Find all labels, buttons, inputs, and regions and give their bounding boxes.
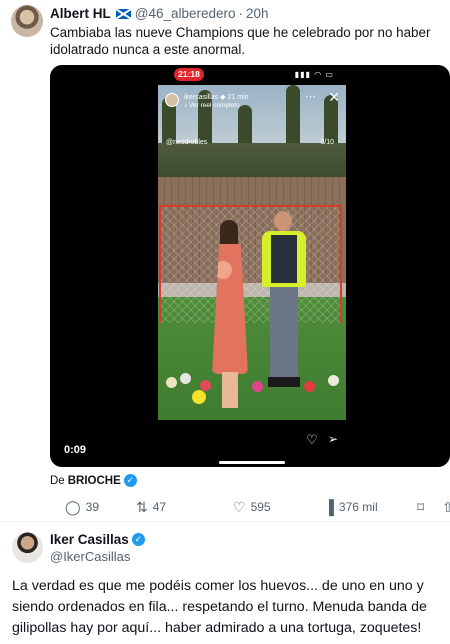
head	[274, 211, 292, 231]
heart-icon: ♡	[306, 432, 318, 447]
author-name-row: Iker Casillas ✓	[50, 532, 145, 547]
story-footer: ♡ ➢	[158, 420, 346, 467]
football-goal	[159, 205, 342, 323]
scotland-flag-icon	[115, 8, 131, 19]
ball	[180, 373, 191, 384]
story-counter: 0/10	[320, 139, 334, 146]
author-handle[interactable]: @IkerCasillas	[50, 549, 130, 564]
source-prefix: De	[50, 474, 65, 487]
hedge	[158, 143, 346, 179]
tweet-text: La verdad es que me podéis comer los hue…	[12, 578, 427, 636]
video-scene	[158, 85, 346, 420]
pants	[270, 287, 298, 379]
ball	[328, 375, 339, 386]
story-username: ikercasillas ◆ 21 min	[184, 94, 249, 101]
more-icon: ⋯	[305, 91, 316, 103]
share-button[interactable]: ⇧	[442, 497, 450, 517]
story-avatar	[165, 93, 179, 107]
tweet-header: Albert HL @46_alberedero · 20h	[50, 6, 269, 21]
bookmark-button[interactable]: ⌑	[417, 497, 429, 517]
share-icon: ⇧	[442, 498, 450, 515]
like-button[interactable]: ♡ 595	[233, 497, 271, 517]
reply-icon: ◯	[65, 498, 81, 515]
reply-count: 39	[85, 500, 100, 514]
timestamp[interactable]: 20h	[246, 6, 269, 21]
floral-dress	[212, 244, 248, 374]
woman-figure	[210, 220, 250, 410]
signal-wifi-battery-icon: ▮▮▮ ◠ ▭	[294, 70, 334, 79]
story-header: ikercasillas ◆ 21 min ♪ Ver reel complet…	[158, 87, 346, 146]
retweet-icon: ⇅	[136, 498, 148, 515]
author-handle[interactable]: @46_alberedero	[135, 6, 236, 21]
legs	[222, 372, 238, 408]
video-duration: 0:09	[64, 444, 87, 456]
story-subtitle: ♪ Ver reel completo	[184, 102, 240, 109]
avatar[interactable]	[12, 532, 43, 563]
ball	[192, 390, 206, 404]
video-frame: 21:18 ▮▮▮ ◠ ▭ ikercasillas ◆ 21 min ♪ Ve…	[158, 65, 346, 467]
video-player[interactable]: 21:18 ▮▮▮ ◠ ▭ ikercasillas ◆ 21 min ♪ Ve…	[50, 65, 450, 467]
verified-badge-icon: ✓	[131, 533, 145, 546]
hair	[220, 220, 238, 248]
like-count: 595	[250, 500, 271, 514]
views-icon: ▐	[324, 499, 334, 515]
story-tag: @nesdrobles	[166, 139, 208, 146]
divider	[0, 521, 450, 522]
retweet-button[interactable]: ⇅ 47	[136, 497, 166, 517]
author-name[interactable]: Albert HL	[50, 6, 111, 21]
shirt	[271, 235, 297, 283]
man-figure	[258, 211, 310, 411]
avatar[interactable]	[11, 5, 43, 37]
phone-clock: 21:18	[174, 68, 204, 81]
bookmark-icon: ⌑	[417, 498, 425, 515]
tweet-quote-reply: Albert HL @46_alberedero · 20h Cambiaba …	[0, 0, 450, 520]
close-icon: ✕	[328, 89, 340, 105]
tweet-text: Cambiaba las nueve Champions que he cele…	[50, 25, 431, 57]
home-indicator	[219, 461, 285, 464]
author-name[interactable]: Iker Casillas	[50, 532, 129, 547]
source-name[interactable]: BRIOCHE	[68, 475, 121, 487]
ball	[166, 377, 177, 388]
reply-button[interactable]: ◯ 39	[65, 497, 99, 517]
shoes	[268, 377, 300, 387]
video-source: De BRIOCHE ✓	[50, 474, 137, 487]
tweet-actions: ◯ 39 ⇅ 47 ♡ 595 ▐ 376 mil ⌑ ⇧	[50, 497, 450, 517]
view-count: 376 mil	[338, 500, 378, 514]
like-icon: ♡	[233, 498, 246, 515]
send-icon: ➢	[328, 432, 339, 446]
separator: ·	[238, 6, 244, 21]
views-button[interactable]: ▐ 376 mil	[324, 497, 378, 517]
phone-status-bar: 21:18 ▮▮▮ ◠ ▭	[158, 65, 346, 85]
retweet-count: 47	[152, 500, 167, 514]
verified-badge-icon: ✓	[123, 474, 137, 487]
